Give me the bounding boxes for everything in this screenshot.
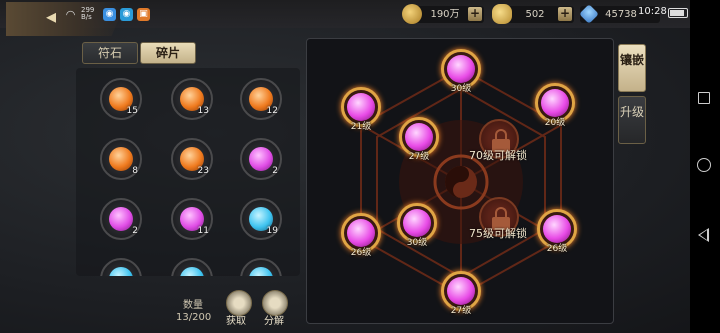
rune-icon	[447, 277, 475, 305]
system-nav-bar	[690, 0, 720, 333]
app-notification-icon: ▣	[137, 7, 150, 21]
rune-icon	[347, 93, 375, 121]
tab-runes[interactable]: 符石	[82, 42, 138, 64]
rune-node[interactable]: 20级	[535, 83, 575, 128]
net-rate: 299 B/s	[81, 6, 95, 21]
item-count: 12	[266, 106, 278, 116]
coin-icon	[402, 4, 422, 24]
rune-level: 27级	[450, 306, 472, 316]
fragment-slot[interactable]: 8	[100, 138, 142, 180]
fragment-slot[interactable]: 23	[171, 138, 213, 180]
add-coin-button[interactable]: +	[468, 7, 482, 21]
rune-level: 26级	[350, 248, 372, 258]
rune-node[interactable]: 21级	[341, 87, 381, 132]
item-count: 23	[197, 166, 209, 176]
quantity-label: 数量	[183, 300, 203, 311]
fire-fragment-icon	[109, 147, 133, 171]
system-icons: ◠ 299 B/s ◉ ◉ ▣	[64, 6, 150, 22]
rune-level: 21级	[350, 122, 372, 132]
item-count: 13	[197, 106, 209, 116]
tab-fragments[interactable]: 碎片	[140, 42, 196, 64]
acquire-label: 获取	[226, 316, 246, 327]
add-ingot-button[interactable]: +	[558, 7, 572, 21]
rune-node[interactable]: 26级	[341, 213, 381, 258]
rune-node[interactable]: 30级	[441, 49, 481, 94]
ice-fragment-icon	[249, 267, 273, 276]
item-count: 2	[272, 166, 278, 176]
rune-node[interactable]: 26级	[537, 209, 577, 254]
fragment-slot[interactable]: 12	[240, 78, 282, 120]
rune-level: 27级	[408, 152, 430, 162]
ingot-counter: 502 +	[492, 4, 574, 24]
coin-counter: 190万 +	[402, 4, 484, 24]
tab-inlay[interactable]: 镶嵌	[618, 44, 646, 92]
rune-level: 26级	[546, 244, 568, 254]
rune-icon	[541, 89, 569, 117]
fragment-slot-partial[interactable]	[240, 258, 282, 276]
app-notification-icon: ◉	[103, 7, 116, 21]
wifi-icon: ◠	[65, 7, 76, 21]
rune-level: 30级	[450, 84, 472, 94]
fragment-slot-partial[interactable]	[100, 258, 142, 276]
battery-icon	[668, 8, 688, 18]
unlock-requirement: 70级可解锁	[469, 149, 527, 162]
decompose-label: 分解	[264, 316, 284, 327]
unlock-requirement: 75级可解锁	[469, 227, 527, 240]
gem-amount: 45738	[605, 9, 637, 20]
coin-amount: 190万	[430, 9, 460, 20]
back-nav-icon[interactable]	[698, 228, 709, 242]
quantity-value: 13/200	[176, 312, 212, 323]
rune-node[interactable]: 27级	[441, 271, 481, 316]
rune-node[interactable]: 30级	[397, 203, 437, 248]
ingot-icon	[492, 4, 512, 24]
recent-apps-icon[interactable]	[698, 92, 710, 104]
home-icon[interactable]	[697, 158, 711, 172]
rune-icon	[447, 55, 475, 83]
rune-icon	[543, 215, 571, 243]
fragment-slot[interactable]: 13	[171, 78, 213, 120]
rune-icon	[403, 209, 431, 237]
fragment-slot[interactable]: 2	[240, 138, 282, 180]
item-count: 15	[126, 106, 138, 116]
arcane-fragment-icon	[109, 207, 133, 231]
app-notification-icon: ◉	[120, 7, 133, 21]
rune-level: 20级	[544, 118, 566, 128]
rune-node[interactable]: 27级	[399, 117, 439, 162]
fragment-slot[interactable]: 2	[100, 198, 142, 240]
rune-board: 30级 21级 20级 27级 30级 26级 26级 27级 70级可解锁 7…	[306, 38, 614, 324]
clock: 10:28	[638, 6, 667, 17]
ice-fragment-icon	[180, 267, 204, 276]
fragment-slot[interactable]: 19	[240, 198, 282, 240]
rune-icon	[347, 219, 375, 247]
gem-icon	[579, 4, 599, 24]
rune-level: 30级	[406, 238, 428, 248]
rune-icon	[405, 123, 433, 151]
arcane-fragment-icon	[249, 147, 273, 171]
item-count: 2	[132, 226, 138, 236]
ice-fragment-icon	[109, 267, 133, 276]
item-count: 19	[266, 226, 278, 236]
ingot-amount: 502	[525, 9, 545, 20]
item-count: 8	[132, 166, 138, 176]
fragment-inventory[interactable]: 15 13 12 8 23 2 2 11 19	[76, 68, 300, 276]
tab-upgrade[interactable]: 升级	[618, 96, 646, 144]
fragment-slot[interactable]: 11	[171, 198, 213, 240]
fragment-slot[interactable]: 15	[100, 78, 142, 120]
item-count: 11	[197, 226, 209, 236]
fragment-slot-partial[interactable]	[171, 258, 213, 276]
